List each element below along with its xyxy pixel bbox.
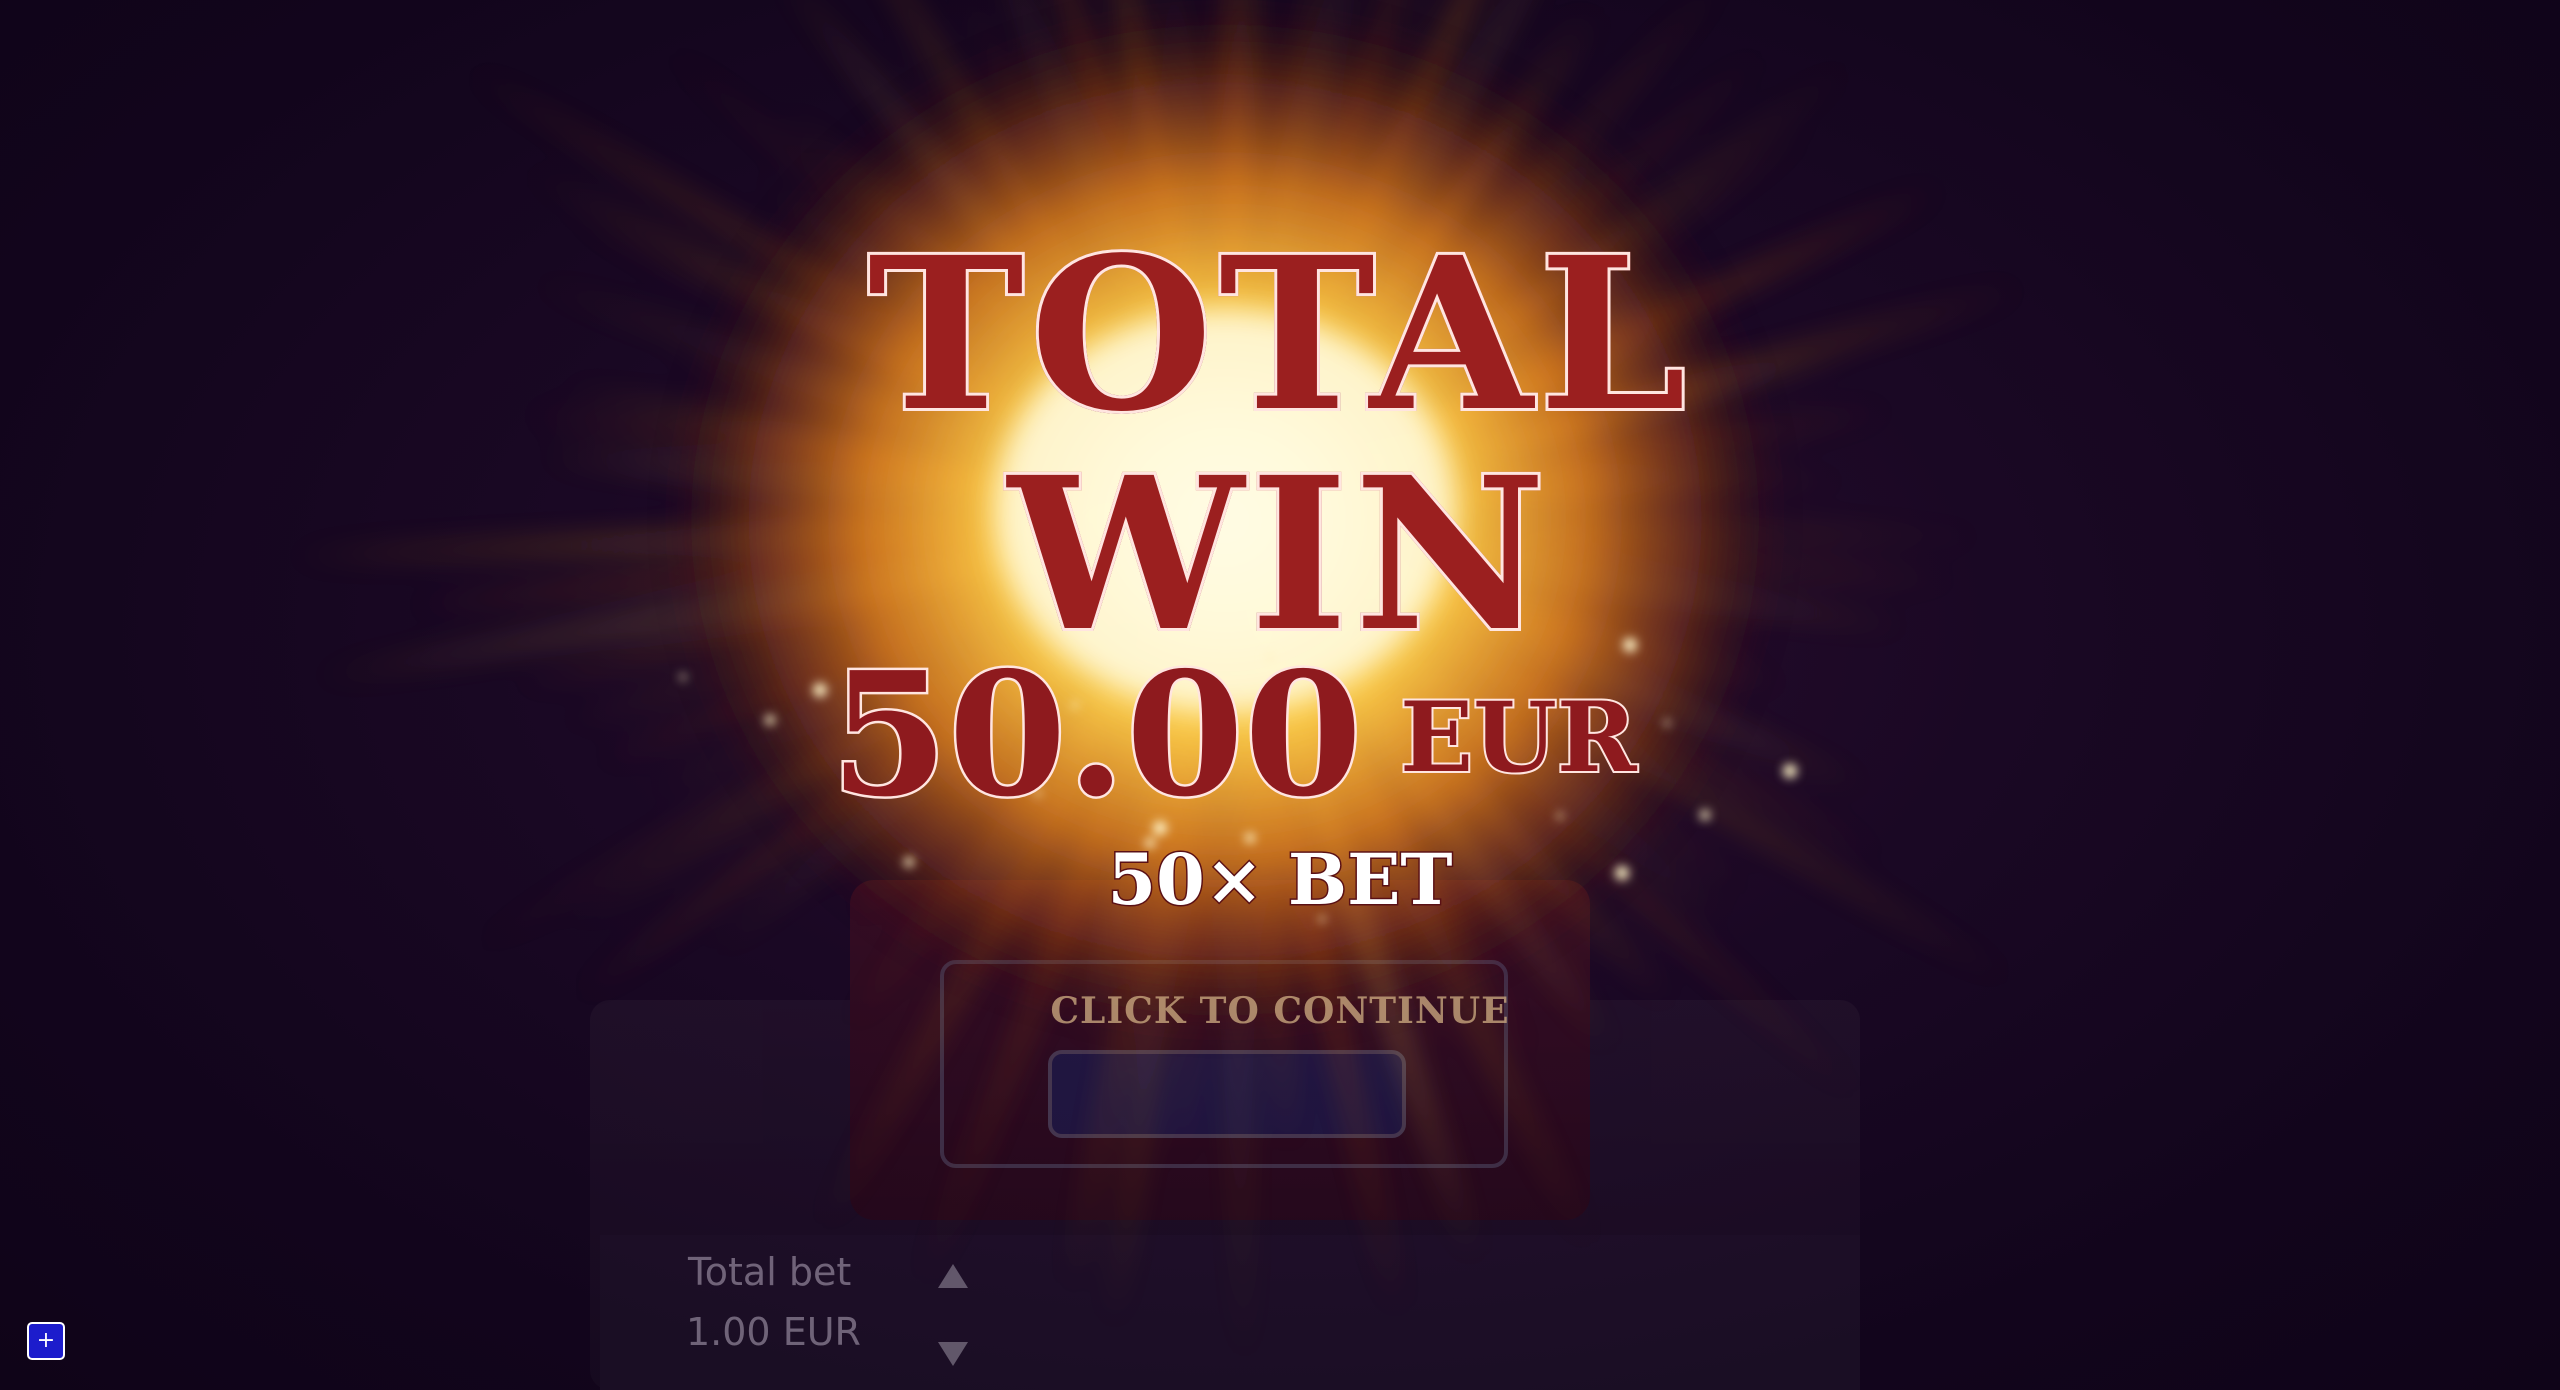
total-bet-label: Total bet [688,1250,852,1294]
win-text: WIN [1005,431,1553,678]
total-win-title-line2: WIN [0,431,2560,678]
game-stage[interactable]: Total bet 1.00 EUR TOTAL WIN 50.00 EUR 5… [0,0,2560,1390]
bet-increase-arrow-icon[interactable] [938,1264,968,1288]
total-win-title-line1: TOTAL [0,211,2560,458]
win-currency: EUR [1398,681,1639,794]
total-text: TOTAL [865,211,1693,458]
bet-decrease-arrow-icon[interactable] [938,1342,968,1366]
bet-multiplier: 50× BET [1106,838,1454,921]
click-to-continue-button[interactable]: CLICK TO CONTINUE [0,990,2560,1032]
total-bet-value: 1.00 EUR [686,1310,861,1354]
plus-icon[interactable]: + [27,1322,65,1360]
win-amount: 50.00 [827,635,1364,835]
slot-display [1048,1050,1406,1138]
